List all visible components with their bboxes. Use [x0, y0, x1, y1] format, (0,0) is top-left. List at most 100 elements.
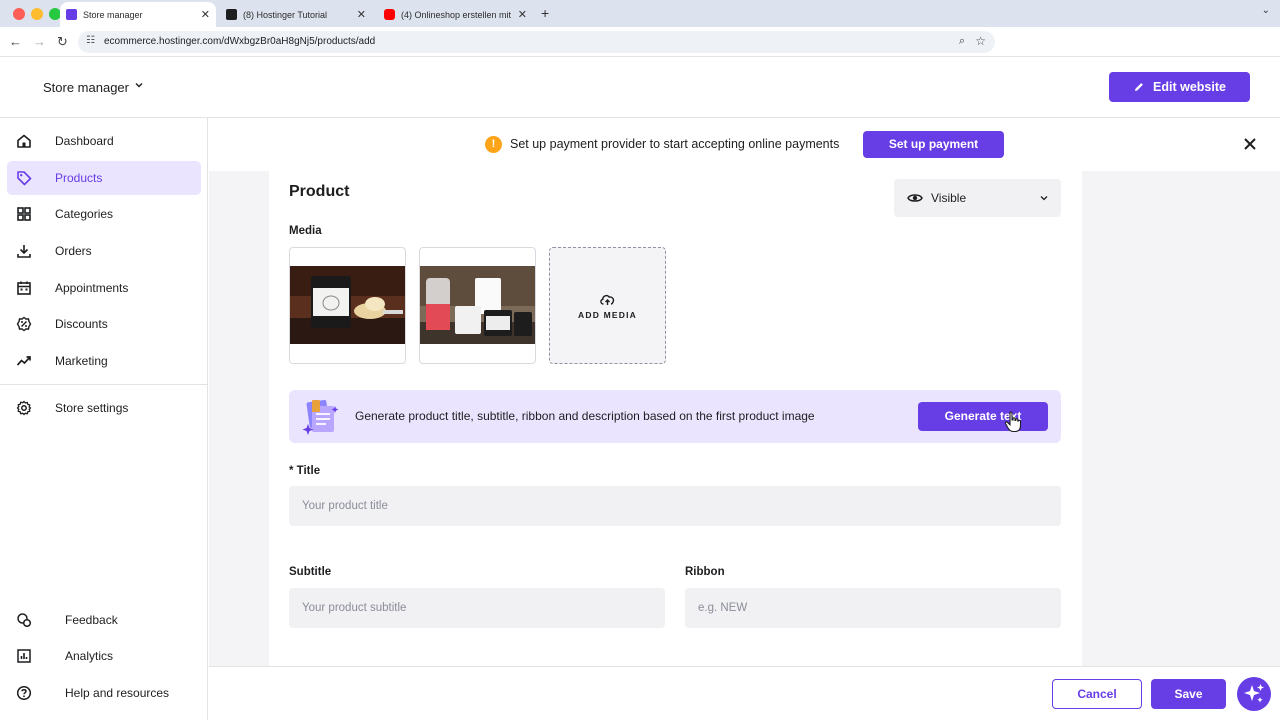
sidebar-item-label: Products — [55, 171, 103, 185]
close-tab-icon[interactable]: ✕ — [518, 8, 527, 21]
analytics-icon — [17, 649, 31, 663]
warning-icon: ! — [485, 136, 502, 153]
subtitle-input[interactable] — [289, 588, 665, 628]
eye-icon — [907, 194, 923, 202]
media-label: Media — [289, 225, 322, 237]
forward-icon[interactable]: → — [33, 34, 46, 49]
ribbon-input[interactable] — [685, 588, 1061, 628]
ribbon-label: Ribbon — [685, 566, 725, 578]
sidebar-item-label: Feedback — [65, 613, 118, 627]
sparkle-icon — [1244, 684, 1264, 703]
generate-text-button[interactable]: Generate text — [918, 402, 1048, 433]
sidebar-item-label: Analytics — [65, 649, 114, 663]
window-minimize-button[interactable] — [31, 8, 43, 20]
banner-text: Set up payment provider to start accepti… — [510, 137, 840, 151]
hand-cursor-icon — [1004, 411, 1022, 433]
protein-jar-photo — [290, 266, 405, 344]
address-bar[interactable]: ☷ ecommerce.hostinger.com/dWxbgzBr0aH8gN… — [78, 31, 995, 53]
sidebar-item-discounts[interactable]: Discounts — [7, 307, 201, 341]
product-form-card: Product Visible Media ADD MEDIA Generate… — [269, 171, 1082, 666]
grid-icon — [17, 207, 31, 221]
tab-label: Store manager — [83, 9, 143, 20]
sidebar-item-marketing[interactable]: Marketing — [7, 344, 201, 378]
sidebar-item-analytics[interactable]: Analytics — [7, 639, 201, 673]
add-media-label: ADD MEDIA — [578, 310, 637, 320]
browser-toolbar: ← → ↻ ☷ ecommerce.hostinger.com/dWxbgzBr… — [0, 27, 1280, 77]
sidebar-item-dashboard[interactable]: Dashboard — [7, 124, 201, 158]
sidebar-divider — [0, 384, 208, 385]
edit-website-button[interactable]: Edit website — [1109, 72, 1250, 102]
store-switcher-label[interactable]: Store manager — [43, 80, 129, 95]
add-media-button[interactable]: ADD MEDIA — [549, 247, 666, 364]
window-close-button[interactable] — [13, 8, 25, 20]
sidebar-item-feedback[interactable]: Feedback — [7, 603, 201, 637]
title-label: * Title — [289, 465, 321, 477]
sidebar-item-label: Dashboard — [55, 134, 114, 148]
ai-assistant-button[interactable] — [1237, 677, 1271, 711]
browser-tab-store-manager[interactable]: Store manager ✕ — [60, 2, 216, 27]
subtitle-label: Subtitle — [289, 566, 332, 578]
help-icon — [16, 685, 32, 701]
sidebar-item-label: Discounts — [55, 317, 108, 331]
sidebar-item-help[interactable]: Help and resources — [7, 676, 201, 710]
sidebar-item-store-settings[interactable]: Store settings — [7, 391, 201, 425]
cloud-upload-icon — [600, 294, 615, 305]
visibility-select[interactable]: Visible — [894, 179, 1061, 217]
title-input[interactable] — [289, 486, 1061, 526]
sidebar: Dashboard Products Categories Orders App… — [0, 118, 208, 720]
sidebar-item-label: Appointments — [55, 281, 129, 295]
feedback-icon — [17, 613, 32, 628]
sidebar-item-orders[interactable]: Orders — [7, 234, 201, 268]
trend-icon — [16, 356, 31, 366]
sidebar-item-label: Categories — [55, 207, 114, 221]
pencil-icon — [1135, 83, 1143, 91]
chevron-down-icon[interactable] — [134, 80, 144, 90]
download-icon — [17, 245, 31, 258]
home-icon — [17, 134, 31, 148]
sidebar-item-label: Orders — [55, 244, 92, 258]
zoom-icon[interactable]: ⌕ — [959, 35, 965, 48]
browser-tab-hostinger-tutorial[interactable]: (8) Hostinger Tutorial ✕ — [220, 2, 372, 27]
tab-label: (8) Hostinger Tutorial — [243, 9, 328, 20]
form-footer: Cancel Save — [209, 666, 1280, 720]
ai-document-sparkle-icon — [302, 399, 339, 435]
sidebar-item-categories[interactable]: Categories — [7, 197, 201, 231]
set-up-payment-button[interactable]: Set up payment — [863, 131, 1004, 158]
browser-tab-strip: Store manager ✕ (8) Hostinger Tutorial ✕… — [0, 0, 1280, 27]
calendar-icon — [17, 281, 31, 295]
payment-banner: ! Set up payment provider to start accep… — [209, 118, 1280, 171]
media-thumbnail-1[interactable] — [289, 247, 406, 364]
edit-website-label: Edit website — [1153, 80, 1226, 94]
sidebar-item-label: Marketing — [55, 354, 108, 368]
ai-generate-bar: Generate product title, subtitle, ribbon… — [289, 390, 1061, 443]
site-info-icon[interactable]: ☷ — [86, 35, 95, 46]
media-thumbnail-2[interactable] — [419, 247, 536, 364]
youtube-favicon-icon — [384, 9, 395, 20]
app-header: Store manager Edit website — [0, 57, 1280, 118]
tag-icon — [17, 171, 32, 186]
sidebar-item-label: Help and resources — [65, 686, 170, 700]
chevron-down-icon — [1040, 196, 1048, 201]
close-icon[interactable] — [1240, 134, 1260, 154]
discount-icon — [16, 316, 32, 332]
hostinger-favicon-icon — [66, 9, 77, 20]
hostinger-favicon-icon — [226, 9, 237, 20]
tab-search-chevron-icon[interactable]: ⌄ — [1262, 5, 1270, 16]
sidebar-item-products[interactable]: Products — [7, 161, 201, 195]
gear-icon — [16, 400, 32, 416]
ai-generate-description: Generate product title, subtitle, ribbon… — [355, 409, 815, 423]
visibility-value: Visible — [931, 191, 967, 205]
reload-icon[interactable]: ↻ — [57, 34, 68, 50]
new-tab-icon[interactable]: + — [541, 5, 549, 21]
cancel-button[interactable]: Cancel — [1052, 679, 1142, 709]
close-tab-icon[interactable]: ✕ — [357, 8, 366, 21]
bookmark-star-icon[interactable]: ☆ — [975, 34, 986, 48]
save-button[interactable]: Save — [1151, 679, 1226, 709]
back-icon[interactable]: ← — [9, 34, 22, 49]
product-section-title: Product — [289, 183, 350, 200]
url-text: ecommerce.hostinger.com/dWxbgzBr0aH8gNj5… — [104, 36, 376, 47]
sidebar-item-appointments[interactable]: Appointments — [7, 271, 201, 305]
supplement-products-photo — [420, 266, 535, 344]
browser-tab-youtube[interactable]: (4) Onlineshop erstellen mit H ✕ — [378, 2, 533, 27]
close-tab-icon[interactable]: ✕ — [201, 8, 210, 21]
